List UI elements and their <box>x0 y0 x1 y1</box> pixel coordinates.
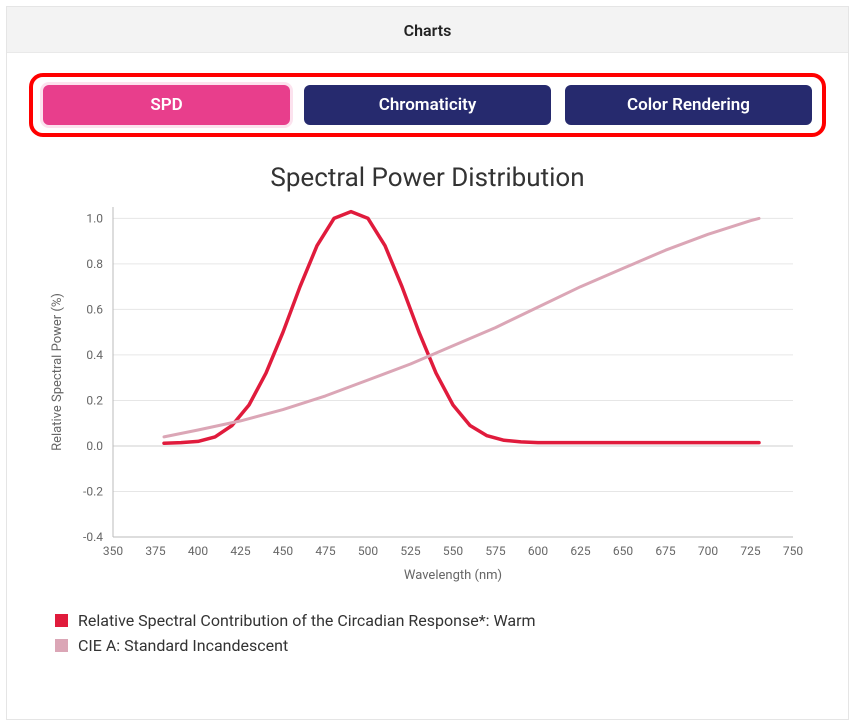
svg-text:Relative Spectral Power (%): Relative Spectral Power (%) <box>50 293 65 451</box>
svg-text:625: 625 <box>570 544 590 558</box>
tab-color-rendering[interactable]: Color Rendering <box>565 85 812 125</box>
chart-legend: Relative Spectral Contribution of the Ci… <box>7 599 848 679</box>
svg-text:400: 400 <box>187 544 207 558</box>
svg-text:Wavelength (nm): Wavelength (nm) <box>403 568 501 583</box>
svg-text:425: 425 <box>230 544 250 558</box>
spd-line-chart: -0.4 -0.2 0.0 0.2 0.4 0.6 0.8 1.0 350 375 400 425 45… <box>43 197 813 587</box>
legend-label-1: Relative Spectral Contribution of the Ci… <box>78 611 536 630</box>
tab-chromaticity-label: Chromaticity <box>379 95 477 115</box>
tab-color-rendering-label: Color Rendering <box>627 95 750 115</box>
tab-spd-label: SPD <box>150 95 182 115</box>
svg-text:-0.4: -0.4 <box>83 530 103 544</box>
legend-swatch-1 <box>55 614 68 627</box>
svg-text:675: 675 <box>655 544 675 558</box>
tab-spd[interactable]: SPD <box>43 85 290 125</box>
svg-text:375: 375 <box>145 544 165 558</box>
svg-text:500: 500 <box>357 544 377 558</box>
svg-text:0.8: 0.8 <box>86 257 103 271</box>
svg-text:550: 550 <box>442 544 462 558</box>
svg-text:650: 650 <box>612 544 632 558</box>
svg-text:525: 525 <box>400 544 420 558</box>
legend-label-2: CIE A: Standard Incandescent <box>78 636 288 655</box>
svg-text:0.4: 0.4 <box>86 348 103 362</box>
panel-title: Charts <box>404 21 452 40</box>
svg-text:475: 475 <box>315 544 335 558</box>
svg-text:-0.2: -0.2 <box>83 484 103 498</box>
chart-title: Spectral Power Distribution <box>35 163 820 193</box>
svg-text:575: 575 <box>485 544 505 558</box>
tab-chromaticity[interactable]: Chromaticity <box>304 85 551 125</box>
svg-text:450: 450 <box>272 544 292 558</box>
svg-text:750: 750 <box>782 544 802 558</box>
svg-text:700: 700 <box>697 544 717 558</box>
svg-text:600: 600 <box>527 544 547 558</box>
legend-item-1: Relative Spectral Contribution of the Ci… <box>55 611 828 630</box>
svg-text:725: 725 <box>740 544 760 558</box>
chart-tabs: SPD Chromaticity Color Rendering <box>29 73 826 137</box>
legend-item-2: CIE A: Standard Incandescent <box>55 636 828 655</box>
svg-text:0.2: 0.2 <box>86 393 103 407</box>
charts-panel: Charts SPD Chromaticity Color Rendering … <box>6 6 849 720</box>
svg-text:0.0: 0.0 <box>86 439 103 453</box>
svg-text:1.0: 1.0 <box>86 211 103 225</box>
svg-text:350: 350 <box>102 544 122 558</box>
chart-container: Spectral Power Distribution -0.4 -0.2 0.0 0… <box>7 147 848 599</box>
svg-text:0.6: 0.6 <box>86 302 103 316</box>
panel-header: Charts <box>7 7 848 53</box>
legend-swatch-2 <box>55 639 68 652</box>
